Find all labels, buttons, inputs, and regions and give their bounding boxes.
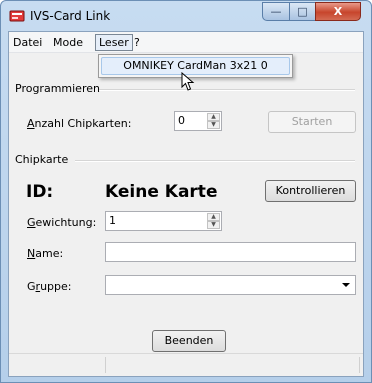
- anzahl-stepper[interactable]: 0 ▲ ▼: [174, 111, 222, 131]
- client-area: Datei Mode Leser ? Programmieren Anzahl …: [8, 31, 364, 377]
- gewichtung-value[interactable]: 1: [109, 214, 116, 227]
- section-divider: [75, 160, 355, 162]
- maximize-button[interactable]: □: [289, 2, 316, 21]
- close-button[interactable]: X: [315, 2, 361, 21]
- status-bar: [9, 353, 363, 376]
- check-button[interactable]: Kontrollieren: [265, 180, 356, 202]
- title-bar[interactable]: IVS-Card Link — □ X: [1, 1, 371, 31]
- increment-icon[interactable]: ▲: [207, 213, 220, 221]
- menu-leser[interactable]: Leser: [95, 34, 133, 51]
- card-reader-icon: [9, 10, 25, 22]
- anzahl-label: Anzahl Chipkarten:: [27, 117, 131, 130]
- anzahl-mnemonic: A: [27, 117, 35, 130]
- anzahl-stepper-buttons: ▲ ▼: [207, 113, 220, 129]
- anzahl-value[interactable]: 0: [178, 114, 185, 127]
- reader-menu-item[interactable]: OMNIKEY CardMan 3x21 0: [101, 57, 290, 75]
- minimize-button[interactable]: —: [262, 2, 290, 21]
- menu-help[interactable]: ?: [134, 35, 140, 50]
- gruppe-label-text: G: [27, 280, 36, 293]
- leser-dropdown-menu: OMNIKEY CardMan 3x21 0: [98, 54, 293, 78]
- status-cell: [106, 357, 360, 373]
- start-button[interactable]: Starten: [268, 111, 356, 133]
- chevron-down-icon[interactable]: [342, 283, 350, 287]
- mouse-cursor-icon: [181, 72, 195, 91]
- gruppe-label: Gruppe:: [27, 280, 71, 293]
- id-label: ID:: [26, 182, 54, 202]
- gruppe-label-rest: uppe:: [40, 280, 72, 293]
- menu-mode[interactable]: Mode: [53, 35, 83, 50]
- gewichtung-label-text: ewichtung:: [35, 216, 97, 229]
- status-cell: [9, 357, 106, 373]
- minimize-icon: —: [270, 5, 282, 18]
- name-label-text: ame:: [35, 247, 64, 260]
- name-input[interactable]: [105, 242, 356, 262]
- maximize-icon: □: [297, 5, 308, 18]
- app-window: IVS-Card Link — □ X Datei Mode Leser ? P…: [0, 0, 372, 383]
- decrement-icon[interactable]: ▼: [207, 121, 220, 129]
- gewichtung-label: Gewichtung:: [27, 216, 96, 229]
- close-icon: X: [333, 5, 343, 18]
- id-value: Keine Karte: [105, 182, 218, 202]
- menu-bar: Datei Mode Leser ?: [9, 32, 363, 53]
- name-mnemonic: N: [27, 247, 36, 260]
- gruppe-dropdown[interactable]: [105, 275, 356, 295]
- gewichtung-stepper-buttons: ▲ ▼: [207, 213, 220, 229]
- gewichtung-mnemonic: G: [27, 216, 36, 229]
- gewichtung-stepper[interactable]: 1 ▲ ▼: [105, 211, 222, 231]
- section-divider: [99, 89, 355, 91]
- anzahl-label-text: nzahl Chipkarten:: [34, 117, 132, 130]
- increment-icon[interactable]: ▲: [207, 113, 220, 121]
- exit-button[interactable]: Beenden: [152, 330, 226, 352]
- section-chipkarte-title: Chipkarte: [15, 153, 69, 166]
- section-programmieren-title: Programmieren: [15, 82, 100, 95]
- name-label: Name:: [27, 247, 63, 260]
- menu-datei[interactable]: Datei: [13, 35, 42, 50]
- window-title: IVS-Card Link: [30, 9, 111, 23]
- decrement-icon[interactable]: ▼: [207, 221, 220, 229]
